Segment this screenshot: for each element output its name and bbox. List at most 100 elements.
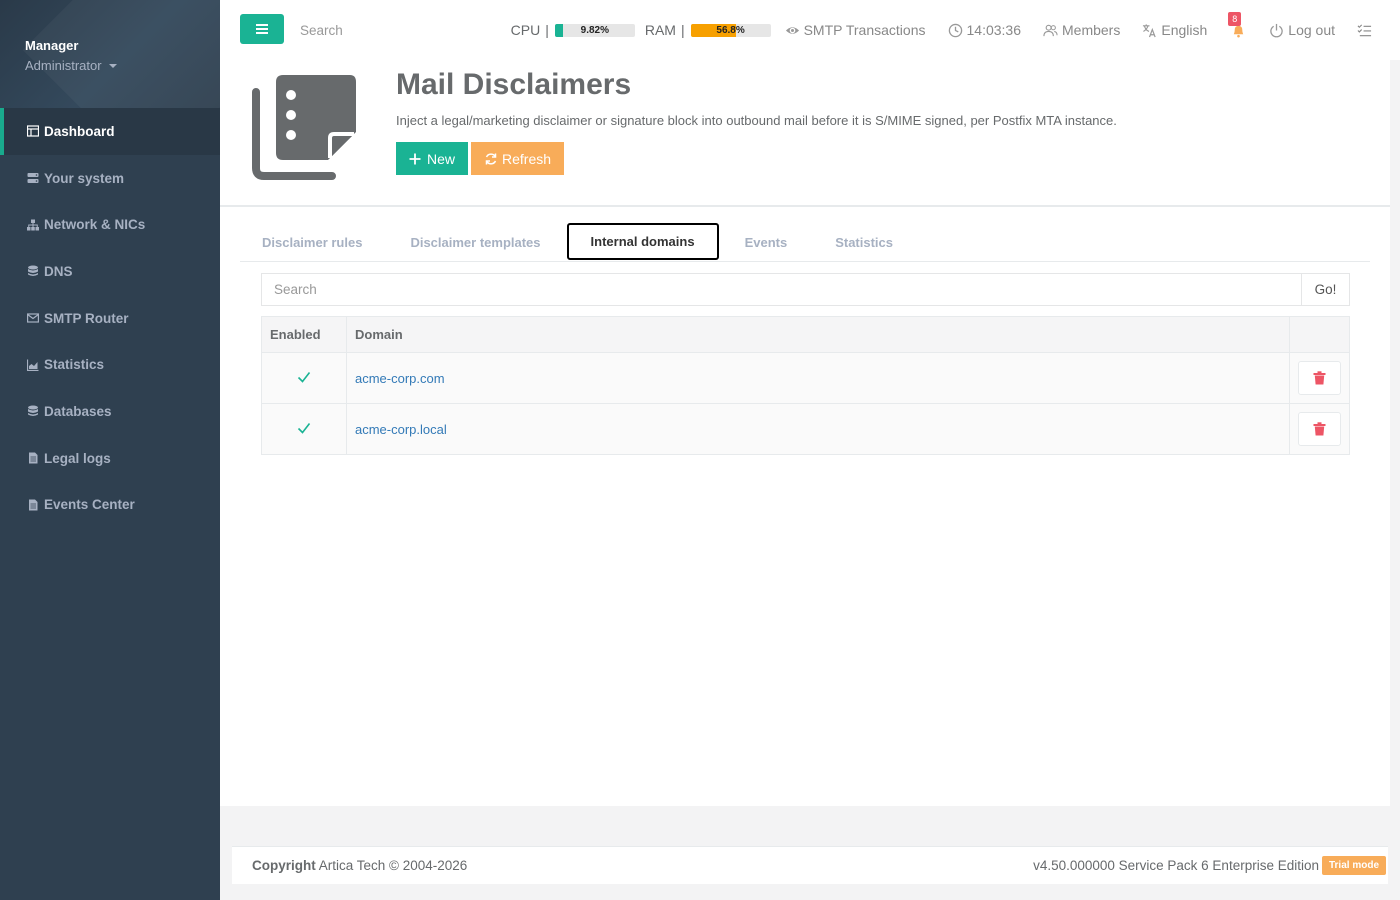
sidebar-item-label: Dashboard	[44, 123, 115, 139]
database-icon	[27, 405, 39, 417]
sidebar-item-events-center[interactable]: Events Center	[0, 482, 220, 529]
sidebar-item-label: Databases	[44, 403, 112, 419]
sidebar-item-label: Statistics	[44, 357, 105, 373]
profile-role: Administrator	[25, 58, 102, 73]
menu-toggle-button[interactable]	[240, 14, 284, 44]
enabled-cell	[261, 352, 347, 404]
domain-link[interactable]: acme-corp.local	[355, 422, 447, 437]
tab-internal-domains[interactable]: Internal domains	[566, 223, 719, 260]
sidebar-item-label: Network & NICs	[44, 217, 146, 233]
sidebar: Manager Administrator Dashboard Your sys…	[0, 0, 220, 900]
table-row: acme-corp.local	[261, 403, 1350, 455]
server-icon	[27, 172, 39, 184]
profile-name: Manager	[25, 38, 79, 53]
actions-cell	[1289, 403, 1350, 455]
main-content: Mail Disclaimers Inject a legal/marketin…	[220, 60, 1390, 806]
members-link[interactable]: Members	[1043, 22, 1120, 38]
header-divider	[220, 205, 1390, 207]
sidebar-item-smtp-router[interactable]: SMTP Router	[0, 295, 220, 342]
delete-button[interactable]	[1298, 412, 1341, 446]
column-domain: Domain	[346, 316, 1290, 353]
cpu-metric: CPU | 9.82%	[511, 22, 635, 38]
language-selector[interactable]: English	[1142, 22, 1207, 38]
domain-search-input[interactable]	[261, 273, 1301, 306]
cpu-progress-text: 9.82%	[580, 24, 609, 36]
cpu-progress-bar: 9.82%	[554, 23, 635, 37]
clock-icon	[948, 23, 962, 37]
delete-button[interactable]	[1298, 361, 1341, 395]
plus-icon	[409, 153, 421, 164]
users-icon	[1043, 24, 1058, 36]
tab-statistics[interactable]: Statistics	[813, 223, 915, 261]
logout-link[interactable]: Log out	[1269, 22, 1335, 38]
column-enabled: Enabled	[261, 316, 347, 353]
ram-label: RAM	[644, 22, 676, 38]
footer: Copyright Artica Tech © 2004-2026 v4.50.…	[232, 846, 1388, 884]
tasks-button[interactable]	[1357, 23, 1372, 38]
trash-icon	[1313, 371, 1326, 385]
tab-events[interactable]: Events	[723, 223, 810, 261]
page-description: Inject a legal/marketing disclaimer or s…	[396, 113, 1117, 128]
copyright: Copyright Artica Tech © 2004-2026	[252, 858, 468, 873]
sidebar-item-label: Legal logs	[44, 450, 111, 466]
tab-disclaimer-templates[interactable]: Disclaimer templates	[388, 223, 562, 261]
chart-icon	[27, 359, 39, 371]
tab-bar: Disclaimer rules Disclaimer templates In…	[240, 223, 1370, 262]
sidebar-item-label: Your system	[44, 170, 125, 186]
top-search-input[interactable]	[300, 20, 480, 40]
profile-role-dropdown[interactable]: Administrator	[25, 58, 220, 73]
profile-block: Manager Administrator	[0, 0, 220, 108]
sidebar-item-legal-logs[interactable]: Legal logs	[0, 435, 220, 482]
actions-cell	[1289, 352, 1350, 404]
top-navbar: CPU | 9.82% RAM | 56.8% SMTP Transaction…	[220, 0, 1400, 60]
domain-search-group: Go!	[261, 273, 1350, 306]
domain-link[interactable]: acme-corp.com	[355, 371, 445, 386]
network-icon	[27, 219, 39, 231]
disclaimer-icon	[252, 72, 360, 182]
hamburger-icon	[256, 28, 268, 30]
sidebar-item-label: Events Center	[44, 497, 135, 513]
version-info: v4.50.000000 Service Pack 6 Enterprise E…	[1033, 856, 1386, 875]
top-right-items: CPU | 9.82% RAM | 56.8% SMTP Transaction…	[511, 0, 1400, 60]
database-icon	[27, 265, 39, 277]
domain-cell: acme-corp.com	[346, 352, 1290, 404]
sidebar-menu: Dashboard Your system Network & NICs DNS…	[0, 108, 220, 528]
refresh-icon	[485, 152, 497, 165]
clock-display: 14:03:36	[948, 22, 1021, 38]
sidebar-item-statistics[interactable]: Statistics	[0, 341, 220, 388]
translate-icon	[1143, 23, 1157, 37]
new-button[interactable]: New	[396, 142, 469, 175]
version-text: v4.50.000000 Service Pack 6 Enterprise E…	[1033, 858, 1319, 873]
eye-icon	[785, 26, 799, 34]
page-title: Mail Disclaimers	[396, 68, 632, 101]
domain-cell: acme-corp.local	[346, 403, 1290, 455]
sidebar-item-dashboard[interactable]: Dashboard	[0, 108, 220, 155]
file-icon	[27, 452, 39, 464]
trial-mode-badge: Trial mode	[1321, 856, 1386, 875]
trash-icon	[1313, 422, 1326, 436]
column-actions	[1289, 316, 1350, 353]
power-icon	[1270, 23, 1284, 37]
notifications-button[interactable]: 8	[1228, 12, 1247, 40]
ram-metric: RAM | 56.8%	[645, 22, 771, 38]
sidebar-item-databases[interactable]: Databases	[0, 388, 220, 435]
tasks-icon	[1357, 23, 1372, 36]
sidebar-item-label: SMTP Router	[44, 310, 129, 326]
sidebar-item-label: DNS	[44, 263, 73, 279]
tab-disclaimer-rules[interactable]: Disclaimer rules	[240, 223, 384, 261]
dashboard-icon	[27, 125, 39, 137]
smtp-transactions-link[interactable]: SMTP Transactions	[785, 22, 926, 38]
ram-progress-text: 56.8%	[716, 24, 745, 36]
search-go-button[interactable]: Go!	[1301, 273, 1350, 306]
caret-down-icon	[108, 63, 117, 68]
file-icon	[27, 499, 39, 511]
cpu-label: CPU	[510, 22, 541, 38]
notifications-badge: 8	[1228, 12, 1242, 26]
ram-progress-bar: 56.8%	[690, 23, 771, 37]
sidebar-item-dns[interactable]: DNS	[0, 248, 220, 295]
sidebar-item-network[interactable]: Network & NICs	[0, 201, 220, 248]
enabled-cell	[261, 403, 347, 455]
table-row: acme-corp.com	[261, 352, 1350, 404]
refresh-button[interactable]: Refresh	[471, 142, 565, 175]
sidebar-item-your-system[interactable]: Your system	[0, 155, 220, 202]
